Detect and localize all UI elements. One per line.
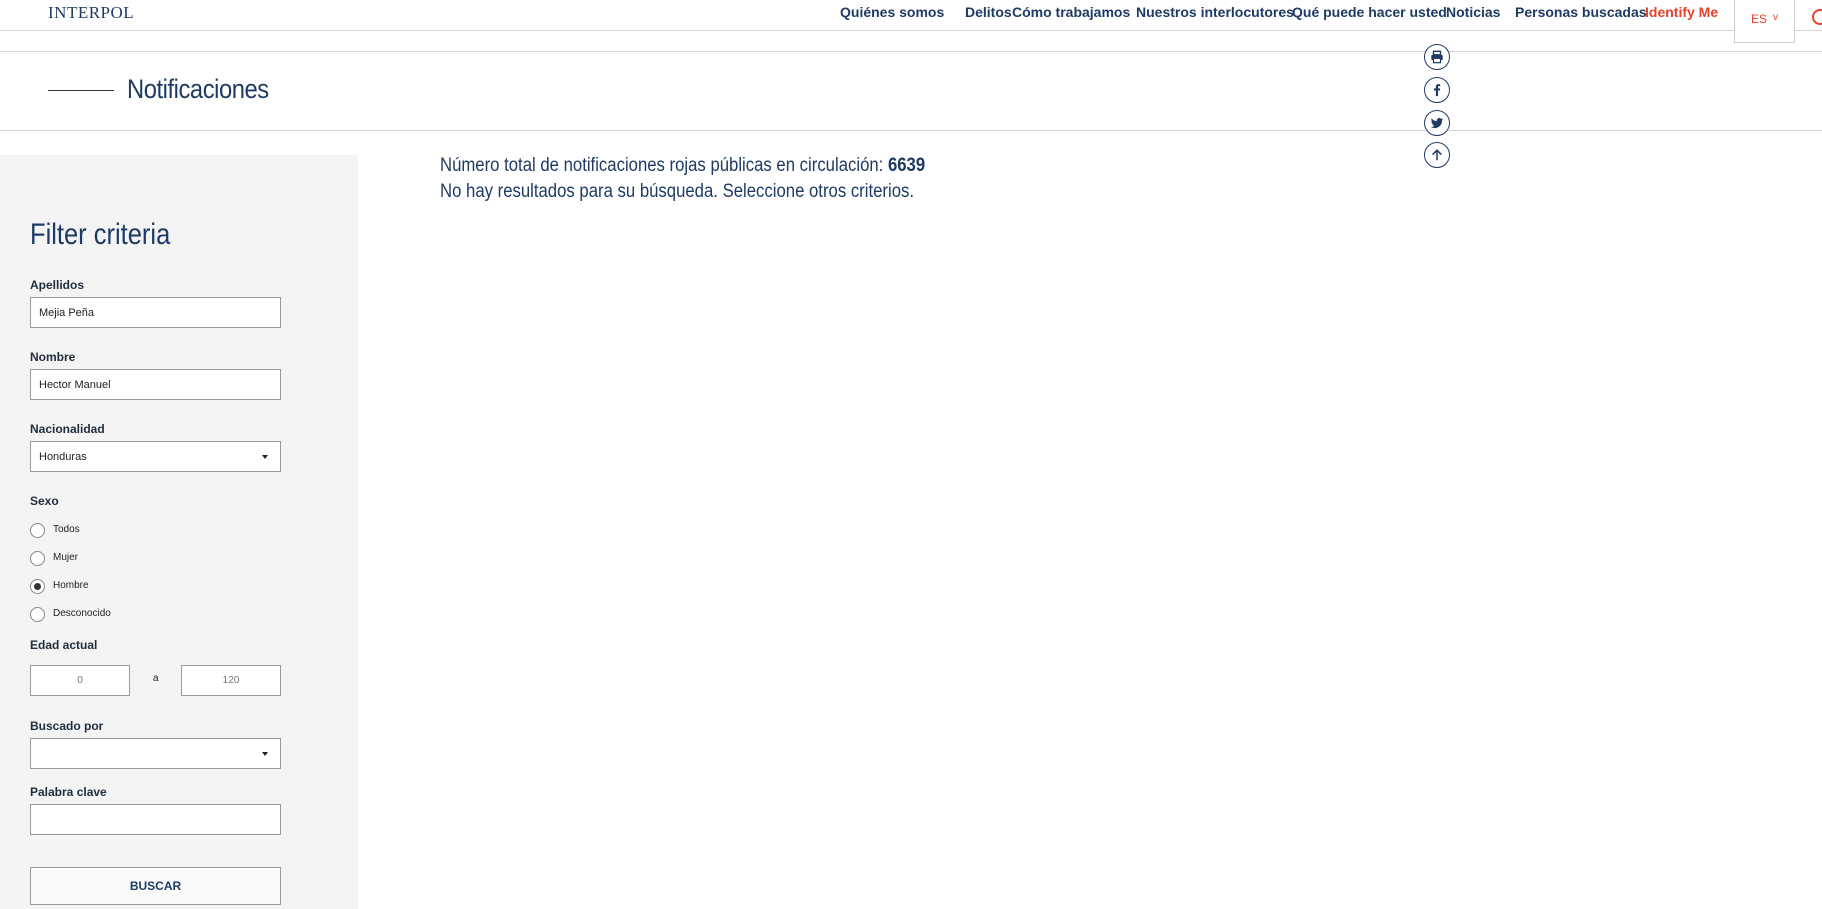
nav-noticias[interactable]: Noticias <box>1446 4 1500 20</box>
nationality-value: Honduras <box>39 451 87 463</box>
nav-identify-me[interactable]: Identify Me <box>1645 4 1718 20</box>
filter-criteria-title: Filter criteria <box>30 218 171 251</box>
caret-down-icon <box>262 455 268 459</box>
age-separator: a <box>153 673 159 684</box>
nav-nuestros-interlocutores[interactable]: Nuestros interlocutores <box>1136 4 1294 20</box>
language-selector[interactable]: ES v <box>1734 0 1795 43</box>
age-label: Edad actual <box>30 638 98 652</box>
interpol-logo[interactable]: INTERPOL <box>48 3 134 23</box>
radio-label-hombre: Hombre <box>53 580 89 591</box>
wanted-by-select[interactable] <box>30 738 281 769</box>
nav-personas-buscadas[interactable]: Personas buscadas <box>1515 4 1647 20</box>
radio-label-todos: Todos <box>53 524 80 535</box>
nationality-select[interactable]: Honduras <box>30 441 281 472</box>
total-notices-text: Número total de notificaciones rojas púb… <box>440 155 925 177</box>
search-icon[interactable] <box>1812 9 1822 25</box>
nav-quienes-somos[interactable]: Quiénes somos <box>840 4 944 20</box>
nationality-label: Nacionalidad <box>30 422 105 436</box>
title-dash-decoration <box>48 90 114 91</box>
radio-label-desconocido: Desconocido <box>53 608 111 619</box>
twitter-share-button[interactable] <box>1424 110 1450 136</box>
no-results-message: No hay resultados para su búsqueda. Sele… <box>440 181 915 202</box>
age-max-field[interactable] <box>181 665 281 696</box>
header-divider-top <box>0 51 1822 52</box>
chevron-down-icon: v <box>1773 12 1778 23</box>
age-min-field[interactable] <box>30 665 130 696</box>
wanted-by-label: Buscado por <box>30 719 104 733</box>
radio-todos[interactable] <box>30 523 45 538</box>
top-navigation-bar: INTERPOL Quiénes somos Delitos Cómo trab… <box>0 0 1822 31</box>
arrow-up-icon <box>1432 149 1442 161</box>
language-label: ES <box>1751 12 1768 26</box>
keyword-field[interactable] <box>30 804 281 835</box>
scroll-to-top-button[interactable] <box>1424 142 1450 168</box>
caret-down-icon <box>262 752 268 756</box>
facebook-share-button[interactable] <box>1424 77 1450 103</box>
nav-que-puede-hacer-usted[interactable]: Qué puede hacer usted <box>1292 4 1447 20</box>
search-button[interactable]: BUSCAR <box>30 867 281 905</box>
forename-field[interactable] <box>30 369 281 400</box>
print-button[interactable] <box>1424 44 1450 70</box>
page-title: Notificaciones <box>127 74 269 104</box>
total-notices-prefix: Número total de notificaciones rojas púb… <box>440 155 884 176</box>
radio-label-mujer: Mujer <box>53 552 79 563</box>
nav-como-trabajamos[interactable]: Cómo trabajamos <box>1012 4 1130 20</box>
total-notices-count: 6639 <box>887 155 926 176</box>
surname-label: Apellidos <box>30 278 85 292</box>
radio-desconocido[interactable] <box>30 607 45 622</box>
keyword-label: Palabra clave <box>30 785 107 799</box>
sex-label: Sexo <box>30 494 59 508</box>
facebook-icon <box>1434 84 1441 97</box>
forename-label: Nombre <box>30 350 76 364</box>
header-divider-bottom <box>0 130 1822 131</box>
surname-field[interactable] <box>30 297 281 328</box>
twitter-icon <box>1430 117 1444 129</box>
radio-hombre[interactable] <box>30 579 45 594</box>
print-icon <box>1431 50 1443 64</box>
radio-mujer[interactable] <box>30 551 45 566</box>
nav-delitos[interactable]: Delitos <box>965 4 1012 20</box>
